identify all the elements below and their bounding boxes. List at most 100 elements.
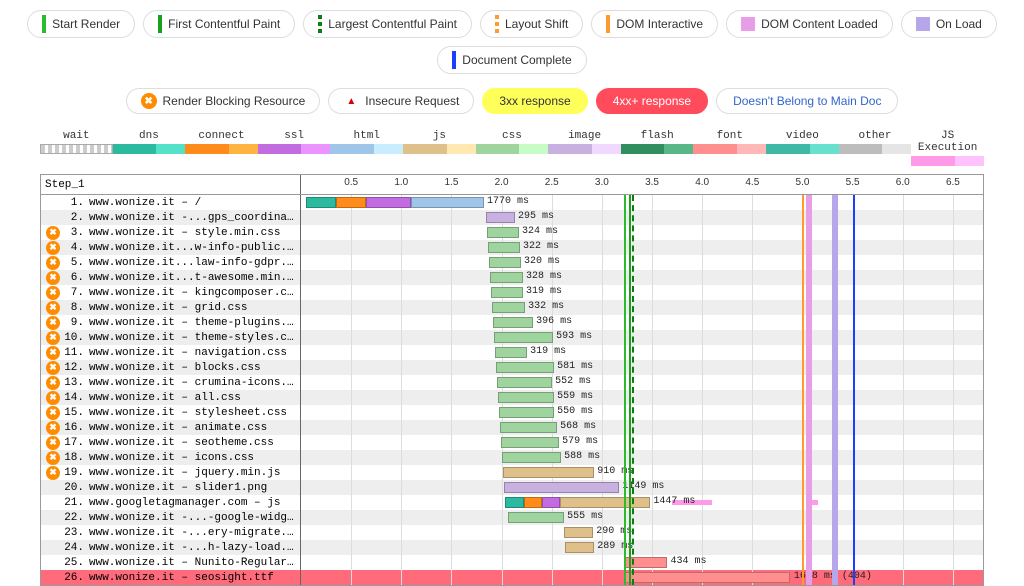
render-blocking-icon: ✖ xyxy=(46,451,60,465)
resource-label: www.wonize.it – / xyxy=(87,197,296,209)
resource-label: www.wonize.it – grid.css xyxy=(87,302,296,314)
duration-label: 588 ms xyxy=(564,451,600,462)
x-tick: 6.0 xyxy=(896,177,910,188)
waterfall-row[interactable]: ✖19.www.wonize.it – jquery.min.js910 ms xyxy=(41,465,983,480)
bar-ssl xyxy=(366,197,411,208)
resource-label: www.wonize.it – style.min.css xyxy=(87,227,296,239)
render-blocking-icon: ✖ xyxy=(46,241,60,255)
resource-label: www.wonize.it -...h-lazy-load.min.js xyxy=(87,542,296,554)
category-image: image xyxy=(548,130,621,166)
legend-doesn-t-belong-to-main-doc: Doesn't Belong to Main Doc xyxy=(716,88,898,114)
bar-css xyxy=(499,407,554,418)
waterfall-row[interactable]: 21.www.googletagmanager.com – js1447 ms xyxy=(41,495,983,510)
resource-label: www.wonize.it – stylesheet.css xyxy=(87,407,296,419)
bar-html xyxy=(411,197,483,208)
x-tick: 2.5 xyxy=(545,177,559,188)
x-tick: 4.5 xyxy=(745,177,759,188)
resource-label: www.wonize.it – animate.css xyxy=(87,422,296,434)
waterfall-row[interactable]: 26.www.wonize.it – seosight.ttf1648 ms (… xyxy=(41,570,983,585)
resource-label: www.wonize.it – theme-styles.css xyxy=(87,332,296,344)
bar-css xyxy=(491,287,523,298)
bar-css xyxy=(508,512,564,523)
resource-label: www.wonize.it – jquery.min.js xyxy=(87,467,296,479)
waterfall-row[interactable]: 25.www.wonize.it – Nunito-Regular.woff24… xyxy=(41,555,983,570)
legend-on-load: On Load xyxy=(901,10,997,38)
bar-font xyxy=(625,572,790,583)
legend-4xx-response: 4xx+ response xyxy=(596,88,708,114)
duration-label: 581 ms xyxy=(557,361,593,372)
render-blocking-icon: ✖ xyxy=(46,406,60,420)
waterfall-row[interactable]: 1.www.wonize.it – /1770 ms xyxy=(41,195,983,210)
category-font: font xyxy=(693,130,766,166)
resource-label: www.wonize.it – navigation.css xyxy=(87,347,296,359)
duration-label: 434 ms xyxy=(670,556,706,567)
x-tick: 6.5 xyxy=(946,177,960,188)
duration-label: 295 ms xyxy=(518,211,554,222)
resource-label: www.wonize.it -...ery-migrate.min.js xyxy=(87,527,296,539)
category-other: other xyxy=(839,130,912,166)
waterfall-row[interactable]: 22.www.wonize.it -...-google-widget.css5… xyxy=(41,510,983,525)
resource-label: www.wonize.it – theme-plugins.css xyxy=(87,317,296,329)
bar-js xyxy=(503,467,594,478)
legend-dom-interactive: DOM Interactive xyxy=(591,10,718,38)
legend-largest-contentful-paint: Largest Contentful Paint xyxy=(303,10,472,38)
resource-label: www.wonize.it -...gps_coordinate.svg xyxy=(87,212,296,224)
duration-label: 1648 ms (404) xyxy=(794,571,872,582)
render-blocking-icon: ✖ xyxy=(46,316,60,330)
waterfall-row[interactable]: 23.www.wonize.it -...ery-migrate.min.js2… xyxy=(41,525,983,540)
bar-connect xyxy=(336,197,366,208)
duration-label: 579 ms xyxy=(562,436,598,447)
category-flash: flash xyxy=(621,130,694,166)
waterfall-row[interactable]: 20.www.wonize.it – slider1.png1149 ms xyxy=(41,480,983,495)
duration-label: 324 ms xyxy=(522,226,558,237)
bar-font xyxy=(624,557,667,568)
duration-label: 1149 ms xyxy=(622,481,664,492)
resource-label: www.wonize.it...law-info-gdpr.css xyxy=(87,257,296,269)
bar-dns xyxy=(505,497,524,508)
duration-label: 290 ms xyxy=(596,526,632,537)
render-blocking-icon: ✖ xyxy=(46,391,60,405)
duration-label: 319 ms xyxy=(530,346,566,357)
bar-ssl xyxy=(542,497,560,508)
render-blocking-icon: ✖ xyxy=(46,466,60,480)
render-blocking-icon: ✖ xyxy=(46,436,60,450)
duration-label: 396 ms xyxy=(536,316,572,327)
js-exec-bar xyxy=(807,500,817,505)
category-video: video xyxy=(766,130,839,166)
resource-label: www.wonize.it – Nunito-Regular.woff2 xyxy=(87,557,296,569)
legend-dom-content-loaded: DOM Content Loaded xyxy=(726,10,893,38)
bar-image xyxy=(504,482,619,493)
duration-label: 289 ms xyxy=(597,541,633,552)
bar-css xyxy=(487,227,519,238)
duration-label: 552 ms xyxy=(555,376,591,387)
duration-label: 1770 ms xyxy=(487,196,529,207)
resource-label: www.wonize.it – seotheme.css xyxy=(87,437,296,449)
resource-label: www.wonize.it...t-awesome.min.css xyxy=(87,272,296,284)
resource-label: www.wonize.it – all.css xyxy=(87,392,296,404)
render-blocking-icon: ✖ xyxy=(46,226,60,240)
bar-css xyxy=(495,347,527,358)
render-blocking-icon: ✖ xyxy=(46,286,60,300)
step-label: Step_1 xyxy=(41,175,301,194)
bar-css xyxy=(501,437,559,448)
duration-label: 320 ms xyxy=(524,256,560,267)
resource-label: www.wonize.it – kingcomposer.css xyxy=(87,287,296,299)
bar-dns xyxy=(306,197,336,208)
duration-label: 910 ms xyxy=(597,466,633,477)
resource-label: www.wonize.it – blocks.css xyxy=(87,362,296,374)
x-tick: 1.5 xyxy=(444,177,458,188)
render-blocking-icon: ✖ xyxy=(46,271,60,285)
resource-label: www.wonize.it...w-info-public.css xyxy=(87,242,296,254)
legend-first-contentful-paint: First Contentful Paint xyxy=(143,10,295,38)
x-tick: 4.0 xyxy=(695,177,709,188)
category-ssl: ssl xyxy=(258,130,331,166)
bar-css xyxy=(502,452,561,463)
duration-label: 328 ms xyxy=(526,271,562,282)
legend-3xx-response: 3xx response xyxy=(482,88,587,114)
render-blocking-icon: ✖ xyxy=(46,331,60,345)
waterfall-row[interactable]: 24.www.wonize.it -...h-lazy-load.min.js2… xyxy=(41,540,983,555)
render-blocking-icon: ✖ xyxy=(46,301,60,315)
bar-css xyxy=(493,317,533,328)
legend-document-complete: Document Complete xyxy=(437,46,586,74)
x-tick: 3.5 xyxy=(645,177,659,188)
